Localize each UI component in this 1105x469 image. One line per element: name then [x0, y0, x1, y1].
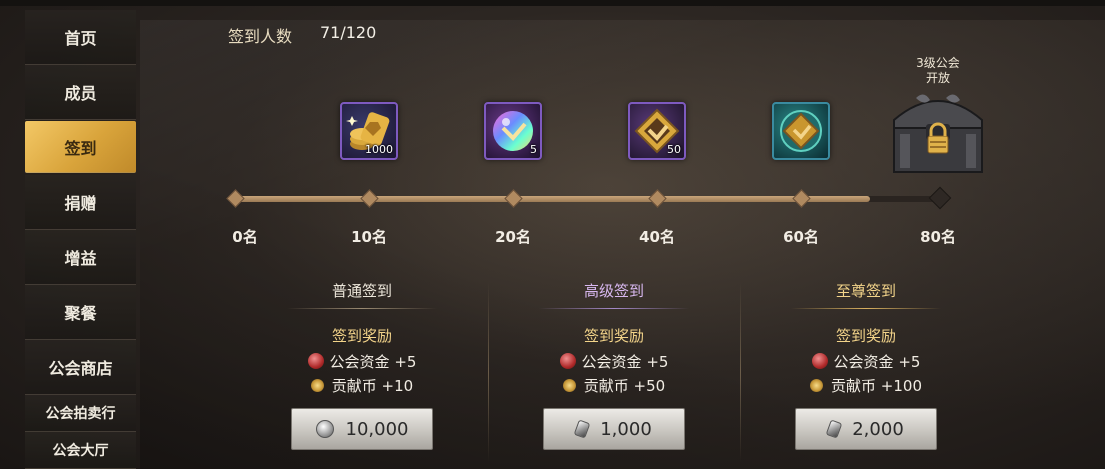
- reward-text: 公会资金 +5: [833, 352, 921, 371]
- advanced-checkin-button[interactable]: 1,000: [543, 408, 685, 450]
- teal-emblem-icon: [780, 110, 822, 152]
- guild-fund-icon: [307, 353, 324, 369]
- progress-track: [235, 196, 940, 202]
- milestone-marker-end: [928, 186, 952, 210]
- gem-icon: [573, 419, 591, 439]
- silver-coin-icon: [315, 420, 334, 438]
- tier-title: 普通签到: [331, 282, 392, 300]
- reward-teal-emblem[interactable]: [772, 102, 830, 160]
- reward-text: 贡献币 +10: [331, 376, 414, 395]
- cost-label: 10,000: [345, 418, 409, 440]
- sidebar-item-label: 签到: [64, 138, 97, 158]
- tier-divider-line: [539, 308, 689, 309]
- tier-title: 至尊签到: [835, 282, 896, 300]
- reward-row-fund: 公会资金 +5: [751, 352, 981, 371]
- sidebar-item-label: 捐赠: [64, 194, 97, 213]
- reward-row-fund: 公会资金 +5: [499, 352, 729, 371]
- milestone-label: 20名: [495, 228, 531, 246]
- tier-normal: 普通签到 签到奖励 公会资金 +5 贡献币 +10 10,000: [247, 280, 477, 450]
- tier-divider: [488, 282, 489, 462]
- sidebar-item-home[interactable]: 首页: [25, 10, 136, 65]
- sidebar-item-guild-shop[interactable]: 公会商店: [25, 340, 136, 395]
- reward-row-coin: 贡献币 +100: [751, 375, 981, 395]
- chest-label-line2: 开放: [925, 71, 950, 85]
- reward-quantity: 50: [667, 143, 681, 156]
- sidebar-item-label: 公会大厅: [52, 443, 109, 459]
- sidebar-item-buff[interactable]: 增益: [25, 230, 136, 285]
- normal-checkin-button[interactable]: 10,000: [291, 408, 433, 450]
- checkin-count-label: 签到人数: [228, 27, 293, 46]
- sidebar: 首页 成员 签到 捐赠 增益 聚餐 公会商店 公会拍卖行 公会大厅: [25, 10, 136, 469]
- milestone-marker: [360, 189, 379, 208]
- locked-chest[interactable]: [886, 86, 990, 178]
- sidebar-item-label: 增益: [64, 249, 97, 268]
- sidebar-item-guild-hall[interactable]: 公会大厅: [25, 432, 136, 469]
- milestone-label: 0名: [232, 228, 258, 246]
- reward-heading: 签到奖励: [331, 327, 392, 345]
- sidebar-item-label: 公会拍卖行: [45, 406, 116, 422]
- chest-unlock-label: 3级公会 开放: [898, 56, 978, 86]
- milestone-label: 10名: [351, 228, 387, 246]
- reward-row-fund: 公会资金 +5: [247, 352, 477, 371]
- progress-fill: [235, 196, 870, 202]
- tier-advanced: 高级签到 签到奖励 公会资金 +5 贡献币 +50 1,000: [499, 280, 729, 450]
- reward-text: 公会资金 +5: [581, 352, 669, 371]
- top-bar: [0, 0, 1105, 6]
- sidebar-item-feast[interactable]: 聚餐: [25, 285, 136, 340]
- tier-title: 高级签到: [583, 282, 644, 300]
- milestone-label: 60名: [783, 228, 819, 246]
- reward-quantity: 5: [530, 143, 537, 156]
- reward-heading: 签到奖励: [583, 327, 644, 345]
- sidebar-item-checkin[interactable]: 签到: [25, 121, 136, 173]
- chest-label-line1: 3级公会: [916, 56, 960, 70]
- sidebar-item-members[interactable]: 成员: [25, 65, 136, 120]
- guild-fund-icon: [811, 353, 828, 369]
- milestone-marker: [226, 189, 245, 208]
- gem-icon: [825, 419, 843, 439]
- reward-row-coin: 贡献币 +10: [247, 375, 477, 395]
- guild-fund-icon: [559, 353, 576, 369]
- reward-text: 贡献币 +100: [831, 376, 922, 395]
- tier-divider-line: [287, 308, 437, 309]
- reward-heading: 签到奖励: [835, 327, 896, 345]
- reward-quantity: 1000: [365, 143, 393, 156]
- tier-divider-line: [791, 308, 941, 309]
- reward-text: 公会资金 +5: [329, 352, 417, 371]
- sidebar-item-label: 公会商店: [48, 359, 113, 378]
- sidebar-item-label: 首页: [64, 29, 97, 48]
- locked-chest-icon: [893, 94, 983, 173]
- milestone-label: 80名: [920, 228, 956, 246]
- reward-gold-emblem[interactable]: 50: [628, 102, 686, 160]
- tier-divider: [740, 282, 741, 462]
- tier-supreme: 至尊签到 签到奖励 公会资金 +5 贡献币 +100 2,000: [751, 280, 981, 450]
- contribution-coin-icon: [308, 375, 327, 395]
- milestone-label: 40名: [639, 228, 675, 246]
- milestone-marker: [648, 189, 667, 208]
- sidebar-item-label: 聚餐: [64, 304, 97, 323]
- sidebar-item-guild-auction[interactable]: 公会拍卖行: [25, 395, 136, 432]
- sidebar-item-label: 成员: [64, 84, 97, 103]
- supreme-checkin-button[interactable]: 2,000: [795, 408, 937, 450]
- milestone-marker: [504, 189, 523, 208]
- reward-gold-coins[interactable]: 1000: [340, 102, 398, 160]
- cost-label: 1,000: [600, 418, 652, 440]
- cost-label: 2,000: [852, 418, 904, 440]
- contribution-coin-icon: [560, 375, 579, 395]
- reward-row-coin: 贡献币 +50: [499, 375, 729, 395]
- reward-text: 贡献币 +50: [583, 376, 666, 395]
- checkin-count-value: 71/120: [320, 23, 377, 42]
- contribution-coin-icon: [807, 375, 826, 395]
- reward-rainbow-orb[interactable]: 5: [484, 102, 542, 160]
- milestone-marker: [792, 189, 811, 208]
- sidebar-item-donate[interactable]: 捐赠: [25, 175, 136, 230]
